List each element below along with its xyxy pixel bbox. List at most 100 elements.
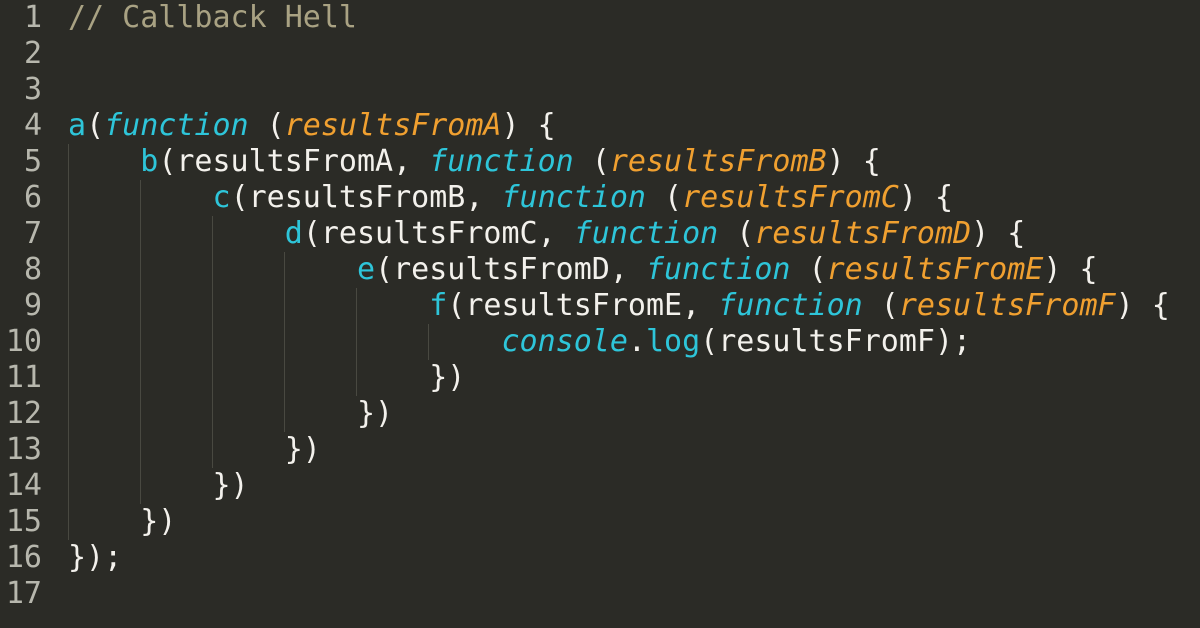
token-comment: // Callback Hell: [68, 0, 357, 35]
line-number: 5: [23, 144, 42, 179]
token-plain: }): [68, 468, 249, 503]
code-line[interactable]: 8 e(resultsFromD, function (resultsFromE…: [0, 252, 1200, 288]
token-plain: (: [862, 288, 899, 323]
code-surface[interactable]: 1// Callback Hell 2 3 4 a(function (resultsF…: [0, 0, 1200, 612]
token-fn: e: [356, 252, 376, 287]
code-line[interactable]: 2: [0, 36, 1200, 72]
line-content[interactable]: });: [68, 540, 122, 576]
code-editor[interactable]: 1// Callback Hell 2 3 4 a(function (resultsF…: [0, 0, 1200, 628]
token-plain: (resultsFromF);: [700, 324, 972, 359]
token-plain: (: [573, 144, 610, 179]
line-content[interactable]: b(resultsFromA, function (resultsFromB) …: [68, 144, 881, 180]
token-param: resultsFromC: [682, 180, 899, 215]
line-number: 4: [23, 108, 42, 143]
line-number: 13: [5, 432, 42, 467]
line-content[interactable]: a(function (resultsFromA) {: [68, 108, 556, 144]
code-line[interactable]: 17: [0, 576, 1200, 612]
token-plain: (resultsFromA,: [158, 144, 430, 179]
code-line[interactable]: 6 c(resultsFromB, function (resultsFromC…: [0, 180, 1200, 216]
token-plain: }): [68, 432, 321, 467]
code-line[interactable]: 16});: [0, 540, 1200, 576]
token-kw: function: [573, 216, 719, 251]
line-number: 11: [5, 360, 42, 395]
line-content[interactable]: d(resultsFromC, function (resultsFromD) …: [68, 216, 1026, 252]
line-content[interactable]: // Callback Hell: [68, 0, 357, 36]
token-plain: (: [718, 216, 755, 251]
line-content[interactable]: console.log(resultsFromF);: [68, 324, 971, 360]
token-param: resultsFromD: [754, 216, 972, 251]
token-param: resultsFromE: [826, 252, 1044, 287]
line-content[interactable]: f(resultsFromE, function (resultsFromF) …: [68, 288, 1170, 324]
token-plain: ) {: [1115, 288, 1170, 323]
token-plain: ) {: [826, 144, 881, 179]
line-number: 3: [23, 72, 42, 107]
line-content[interactable]: }): [68, 396, 393, 432]
line-number: 10: [5, 324, 42, 359]
line-number: 14: [5, 468, 42, 503]
token-plain: });: [68, 540, 123, 575]
code-line[interactable]: 15 }): [0, 504, 1200, 540]
token-method: log: [645, 324, 701, 359]
line-content[interactable]: }): [68, 504, 176, 540]
token-param: resultsFromB: [609, 144, 827, 179]
token-param: resultsFromA: [284, 108, 502, 143]
code-line[interactable]: 10 console.log(resultsFromF);: [0, 324, 1200, 360]
token-fn: d: [284, 216, 303, 251]
token-plain: (: [790, 252, 827, 287]
token-param: resultsFromF: [898, 288, 1116, 323]
token-plain: (resultsFromE,: [447, 288, 719, 323]
line-number: 8: [23, 252, 42, 287]
code-line[interactable]: 4 a(function (resultsFromA) {: [0, 108, 1200, 144]
line-number: 6: [23, 180, 42, 215]
code-line[interactable]: 3: [0, 72, 1200, 108]
token-fn: a: [68, 108, 87, 143]
line-content[interactable]: e(resultsFromD, function (resultsFromE) …: [68, 252, 1098, 288]
token-plain: }): [68, 504, 177, 539]
line-content[interactable]: }): [68, 432, 321, 468]
token-kw: function: [718, 288, 863, 323]
line-number: 12: [5, 396, 42, 431]
code-line[interactable]: 11 }): [0, 360, 1200, 396]
code-line[interactable]: 5 b(resultsFromA, function (resultsFromB…: [0, 144, 1200, 180]
code-line[interactable]: 12 }): [0, 396, 1200, 432]
token-fn: c: [212, 180, 231, 215]
line-number: 16: [5, 540, 42, 575]
line-content[interactable]: }): [68, 468, 249, 504]
code-line[interactable]: 9 f(resultsFromE, function (resultsFromF…: [0, 288, 1200, 324]
token-plain: ) {: [501, 108, 556, 143]
token-fn: b: [140, 144, 159, 179]
token-plain: (resultsFromC,: [302, 216, 574, 251]
code-line[interactable]: 1 // Callback Hell: [0, 0, 1200, 36]
token-plain: ) {: [1043, 252, 1098, 287]
token-kw: function: [501, 180, 647, 215]
line-number: 2: [23, 36, 42, 71]
code-line[interactable]: 7 d(resultsFromC, function (resultsFromD…: [0, 216, 1200, 252]
token-plain: (: [646, 180, 683, 215]
code-line[interactable]: 13 }): [0, 432, 1200, 468]
token-plain: (: [248, 108, 285, 143]
token-plain: }): [68, 360, 466, 395]
token-plain: (resultsFromD,: [375, 252, 646, 287]
token-kw: function: [645, 252, 791, 287]
token-plain: (resultsFromB,: [230, 180, 502, 215]
line-number: 17: [5, 576, 42, 611]
line-number: 7: [23, 216, 42, 251]
line-number: 1: [23, 0, 42, 35]
token-plain: }): [68, 396, 394, 431]
token-plain: ) {: [898, 180, 954, 215]
token-kw: function: [429, 144, 574, 179]
token-fn: f: [429, 288, 448, 323]
token-obj: console: [501, 324, 628, 359]
line-content[interactable]: c(resultsFromB, function (resultsFromC) …: [68, 180, 954, 216]
code-line[interactable]: 14 }): [0, 468, 1200, 504]
token-plain: .: [627, 324, 646, 359]
token-kw: function: [104, 108, 249, 143]
line-content[interactable]: }): [68, 360, 465, 396]
token-plain: (: [86, 108, 105, 143]
token-plain: ) {: [971, 216, 1026, 251]
